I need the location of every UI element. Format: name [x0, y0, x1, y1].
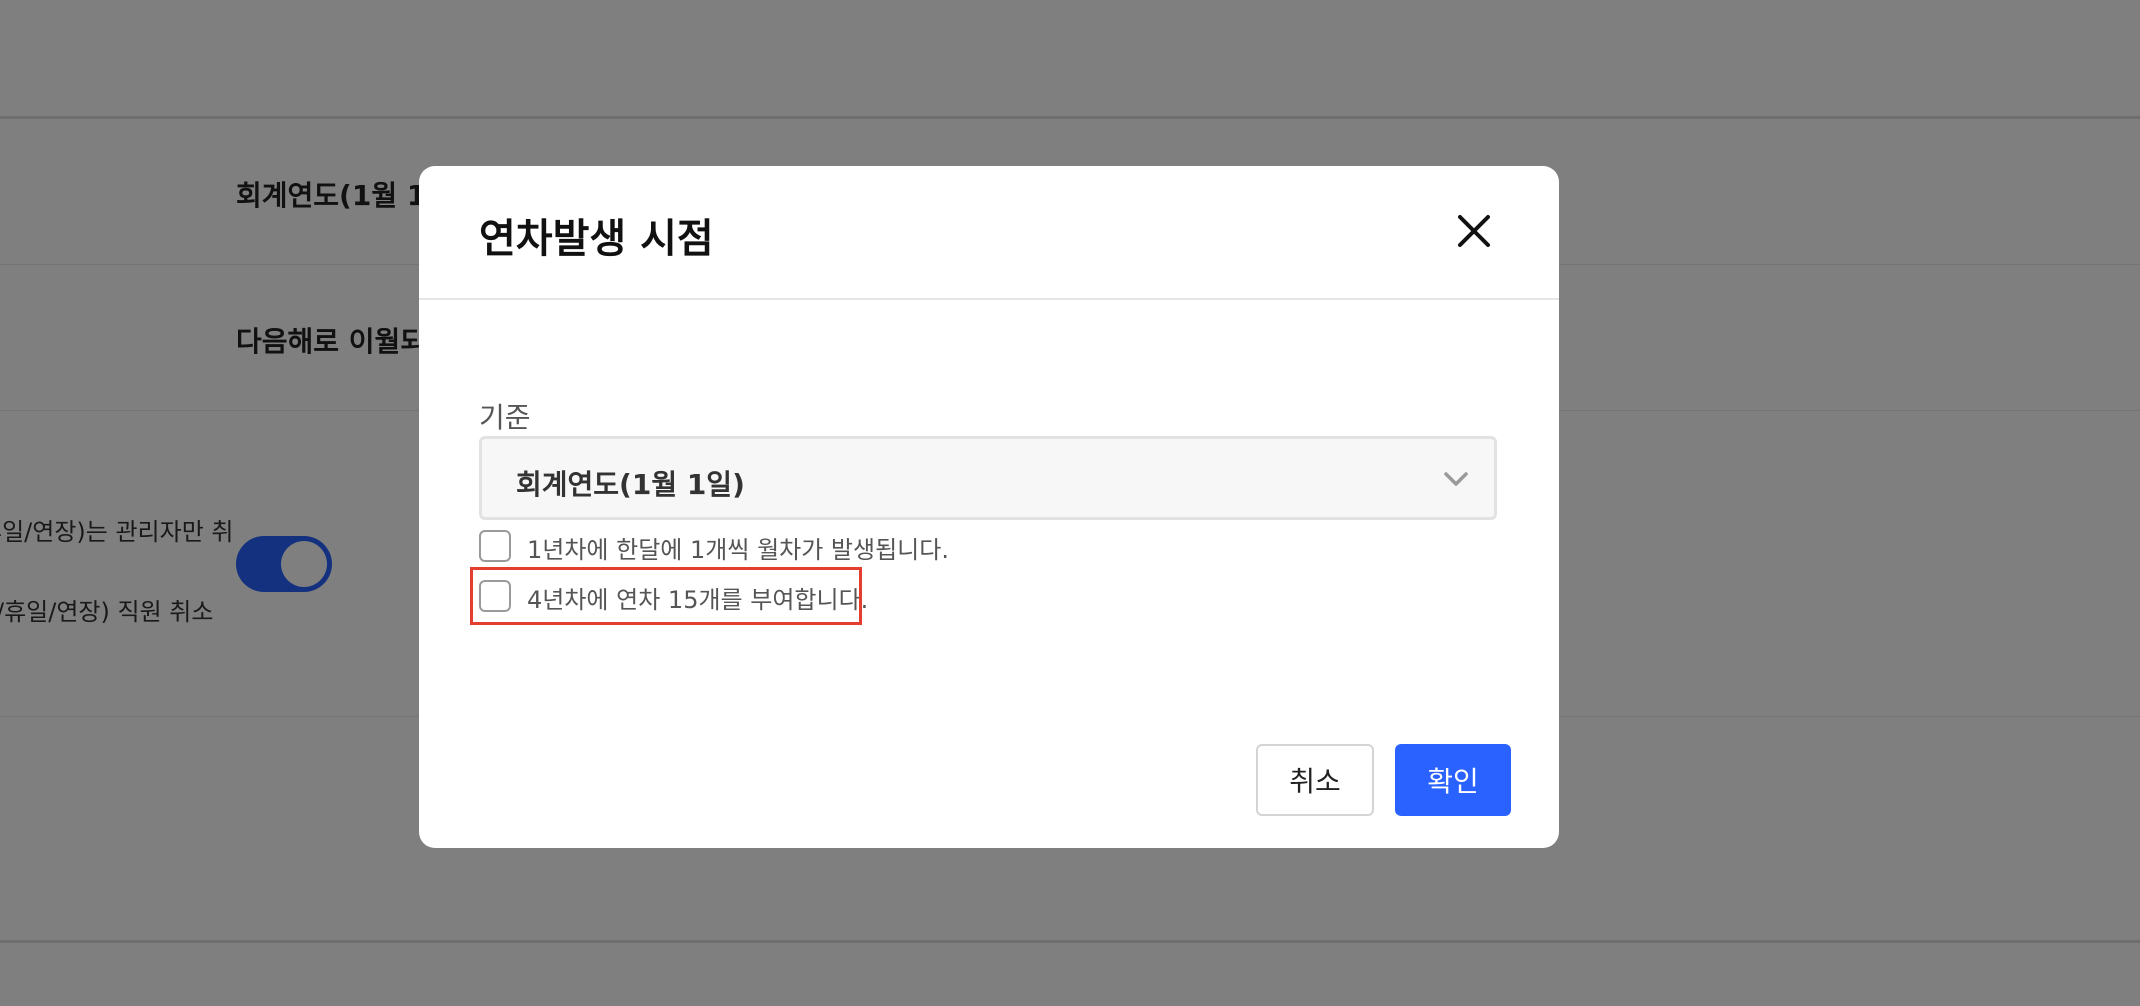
close-button[interactable]: [1454, 211, 1494, 251]
option-monthly-leave[interactable]: 1년차에 한달에 1개씩 월차가 발생됩니다.: [479, 528, 959, 564]
option-monthly-leave-label: 1년차에 한달에 1개씩 월차가 발생됩니다.: [527, 536, 949, 564]
basis-select[interactable]: 회계연도(1월 1일): [479, 436, 1497, 520]
confirm-button[interactable]: 확인: [1395, 744, 1511, 816]
chevron-down-icon: [1444, 472, 1468, 486]
close-icon: [1458, 215, 1490, 247]
dialog-header: 연차발생 시점: [419, 166, 1559, 300]
dialog-title: 연차발생 시점: [479, 216, 714, 262]
basis-field-label: 기준: [479, 401, 531, 434]
highlight-box: [470, 567, 862, 625]
option-monthly-leave-checkbox[interactable]: [479, 530, 511, 562]
leave-accrual-dialog: 연차발생 시점 기준 회계연도(1월 1일) 1년차에 한달에 1개씩 월차가 …: [419, 166, 1559, 848]
cancel-button[interactable]: 취소: [1256, 744, 1374, 816]
basis-select-value: 회계연도(1월 1일): [516, 468, 745, 501]
